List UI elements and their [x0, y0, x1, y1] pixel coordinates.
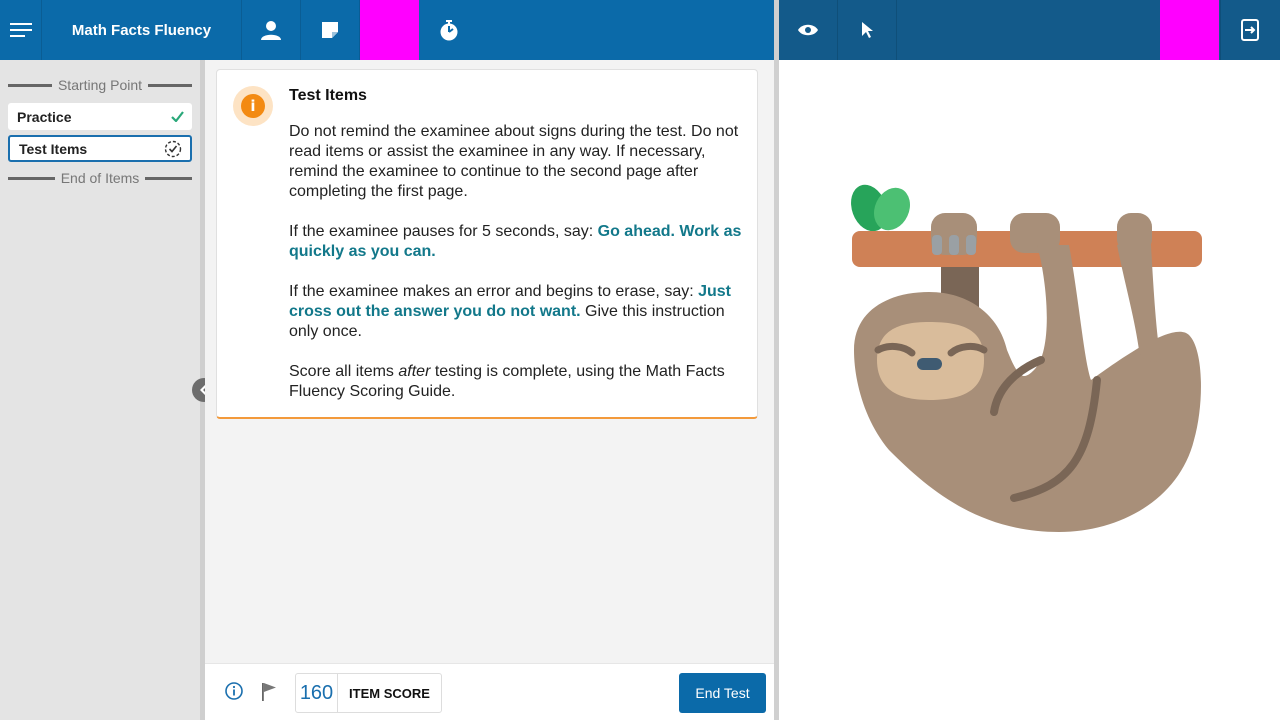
in-progress-icon	[164, 140, 182, 157]
person-icon	[261, 21, 281, 40]
instruction-paragraph: Do not remind the examinee about signs d…	[289, 123, 739, 200]
eye-icon	[798, 24, 818, 36]
highlighted-button[interactable]	[360, 0, 419, 60]
examinee-button[interactable]	[242, 0, 301, 60]
preview-button[interactable]	[779, 0, 838, 60]
menu-button[interactable]	[0, 0, 42, 60]
checkmark-icon	[171, 111, 184, 122]
info-icon: i	[241, 94, 265, 118]
starting-point-divider: Starting Point	[8, 73, 192, 97]
footer-bar: 160 ITEM SCORE End Test	[205, 663, 774, 720]
instruction-paragraph: If the examinee makes an error and begin…	[289, 283, 732, 340]
card-title: Test Items	[289, 87, 367, 104]
app-title: Math Facts Fluency	[42, 0, 242, 60]
card-body: Do not remind the examinee about signs d…	[289, 122, 747, 402]
exit-device-button[interactable]	[1220, 0, 1279, 60]
sloth-illustration	[851, 184, 1202, 532]
item-navigation-sidebar: Starting Point Practice Test Items End o…	[0, 60, 200, 720]
info-button[interactable]	[225, 682, 243, 705]
cursor-icon	[862, 22, 873, 38]
end-of-items-divider: End of Items	[8, 166, 192, 190]
examiner-toolbar: Math Facts Fluency	[0, 0, 774, 60]
flag-icon	[262, 683, 276, 701]
menu-icon	[9, 23, 32, 37]
examinee-toolbar	[779, 0, 1280, 60]
pointer-button[interactable]	[838, 0, 897, 60]
instruction-card: i Test Items Do not remind the examinee …	[216, 69, 758, 419]
exit-device-icon	[1241, 19, 1259, 41]
info-badge: i	[233, 86, 273, 126]
timer-icon	[440, 20, 457, 41]
timer-button[interactable]	[419, 0, 478, 60]
instruction-paragraph: If the examinee pauses for 5 seconds, sa…	[289, 223, 742, 260]
sidebar-item-test-items[interactable]: Test Items	[8, 135, 192, 162]
highlighted-right-button[interactable]	[1160, 0, 1219, 60]
instruction-paragraph: Score all items after testing is complet…	[289, 363, 725, 400]
info-circle-icon	[225, 682, 243, 700]
sidebar-item-label: Test Items	[19, 140, 88, 157]
instructions-pane: i Test Items Do not remind the examinee …	[205, 60, 774, 663]
sidebar-item-label: Practice	[17, 108, 72, 125]
item-score-value: 160	[296, 674, 338, 712]
examinee-view-pane	[779, 60, 1280, 720]
end-test-button[interactable]: End Test	[679, 673, 766, 713]
item-score-box: 160 ITEM SCORE	[295, 673, 442, 713]
note-icon	[322, 22, 338, 38]
sidebar-item-practice[interactable]: Practice	[8, 103, 192, 130]
notes-button[interactable]	[301, 0, 360, 60]
flag-button[interactable]	[261, 682, 277, 706]
item-score-label: ITEM SCORE	[349, 685, 430, 701]
